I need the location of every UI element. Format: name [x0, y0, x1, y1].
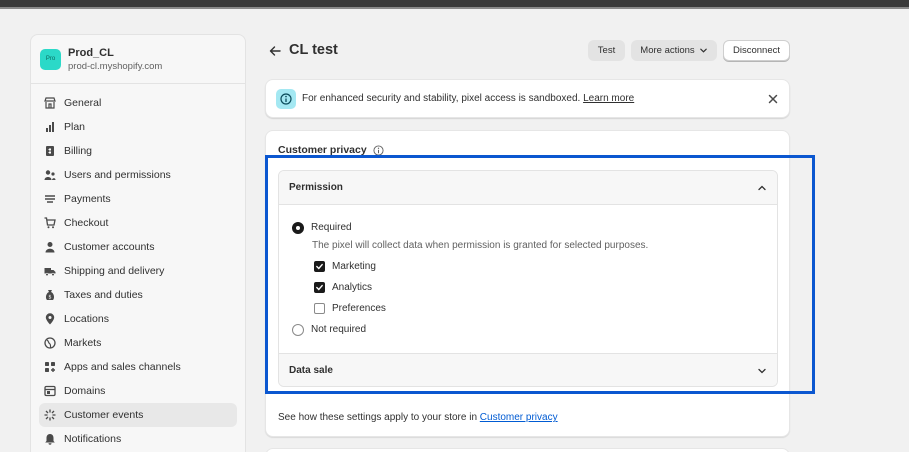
test-button[interactable]: Test [588, 40, 625, 61]
not-required-radio[interactable] [292, 324, 304, 336]
disconnect-button-label: Disconnect [733, 45, 780, 56]
required-radio[interactable] [292, 222, 304, 234]
sidebar-item-label: Notifications [64, 433, 122, 445]
sidebar-item-label: Customer accounts [64, 241, 155, 253]
marketing-checkbox[interactable] [314, 261, 325, 272]
sidebar-item-label: Domains [64, 385, 106, 397]
info-circle-icon[interactable] [373, 144, 384, 156]
payment-icon [44, 193, 56, 205]
sidebar-item-apps[interactable]: Apps and sales channels [39, 355, 237, 379]
chevron-down-icon [758, 368, 766, 373]
store-name: Prod_CL [68, 46, 114, 59]
users-icon [44, 169, 56, 181]
sidebar-item-label: Billing [64, 145, 93, 157]
back-arrow-icon[interactable] [268, 44, 282, 58]
customer-privacy-card: Customer privacy Permission Required The… [265, 130, 790, 437]
analytics-checkbox[interactable] [314, 282, 325, 293]
sidebar-item-taxes[interactable]: $ Taxes and duties [39, 283, 237, 307]
banner-text-wrap: For enhanced security and stability, pix… [302, 93, 634, 104]
person-icon [44, 241, 56, 253]
permission-accordion-header[interactable]: Permission [279, 171, 777, 205]
location-icon [44, 313, 56, 325]
sidebar-item-label: General [64, 97, 102, 109]
required-help-text: The pixel will collect data when permiss… [312, 240, 649, 251]
sidebar-item-label: Taxes and duties [64, 289, 143, 301]
store-icon [44, 97, 56, 109]
test-button-label: Test [597, 45, 616, 56]
data-sale-accordion-header[interactable]: Data sale [279, 353, 777, 386]
sidebar-item-label: Users and permissions [64, 169, 171, 181]
chevron-down-icon [699, 48, 707, 53]
marketing-label: Marketing [332, 261, 376, 272]
customer-privacy-link[interactable]: Customer privacy [480, 412, 558, 423]
privacy-accordion: Permission Required The pixel will colle… [278, 170, 778, 387]
not-required-label: Not required [311, 324, 367, 335]
next-card [265, 448, 790, 452]
sparkle-icon [44, 409, 56, 421]
sidebar-item-locations[interactable]: Locations [39, 307, 237, 331]
sidebar-item-label: Locations [64, 313, 109, 325]
sidebar-item-label: Plan [64, 121, 86, 133]
checkmark-icon [316, 263, 323, 270]
customer-privacy-title: Customer privacy [278, 144, 367, 156]
store-domain: prod-cl.myshopify.com [68, 60, 163, 72]
permission-title: Permission [289, 182, 343, 193]
sidebar-item-payments[interactable]: Payments [39, 187, 237, 211]
sidebar-item-domains[interactable]: Domains [39, 379, 237, 403]
section-title: Customer privacy [278, 144, 384, 156]
learn-more-link[interactable]: Learn more [583, 93, 634, 104]
close-icon[interactable] [767, 93, 779, 105]
checkmark-icon [316, 284, 323, 291]
sidebar-item-users[interactable]: Users and permissions [39, 163, 237, 187]
banner-message: For enhanced security and stability, pix… [302, 93, 581, 104]
tax-icon: $ [44, 289, 56, 301]
receipt-icon [44, 145, 56, 157]
store-logo: Pro [40, 48, 61, 70]
sidebar-item-customer-accounts[interactable]: Customer accounts [39, 235, 237, 259]
sidebar-item-label: Customer events [64, 409, 144, 421]
sidebar-item-label: Shipping and delivery [64, 265, 165, 277]
info-icon [276, 88, 296, 109]
analytics-label: Analytics [332, 282, 373, 293]
more-actions-label: More actions [640, 45, 695, 56]
settings-sidebar: Pro Prod_CL prod-cl.myshopify.com Genera… [30, 34, 246, 452]
privacy-footer-text: See how these settings apply to your sto… [278, 412, 478, 423]
svg-text:$: $ [48, 295, 51, 301]
sidebar-item-label: Payments [64, 193, 111, 205]
more-actions-button[interactable]: More actions [631, 40, 717, 61]
sidebar-item-label: Checkout [64, 217, 109, 229]
sidebar-item-customer-events[interactable]: Customer events [39, 403, 237, 427]
data-sale-title: Data sale [289, 365, 333, 376]
domain-icon [44, 385, 56, 397]
sidebar-item-general[interactable]: General [39, 91, 237, 115]
sidebar-item-markets[interactable]: Markets [39, 331, 237, 355]
globe-icon [44, 337, 56, 349]
store-switcher[interactable]: Pro Prod_CL prod-cl.myshopify.com [31, 35, 245, 84]
sandbox-info-banner: For enhanced security and stability, pix… [265, 79, 790, 118]
sidebar-item-notifications[interactable]: Notifications [39, 427, 237, 451]
chevron-up-icon [758, 185, 766, 190]
sidebar-item-label: Markets [64, 337, 102, 349]
apps-icon [44, 361, 56, 373]
privacy-footer: See how these settings apply to your sto… [278, 412, 558, 423]
required-label: Required [311, 222, 352, 233]
cart-icon [44, 217, 56, 229]
settings-nav: General Plan Billing Users and permissio… [31, 84, 245, 451]
bell-icon [44, 433, 56, 445]
preferences-checkbox[interactable] [314, 303, 325, 314]
sidebar-item-billing[interactable]: Billing [39, 139, 237, 163]
sidebar-item-shipping[interactable]: Shipping and delivery [39, 259, 237, 283]
preferences-label: Preferences [332, 303, 386, 314]
sidebar-item-plan[interactable]: Plan [39, 115, 237, 139]
sidebar-item-checkout[interactable]: Checkout [39, 211, 237, 235]
page-title: CL test [289, 42, 338, 58]
disconnect-button[interactable]: Disconnect [723, 40, 790, 61]
truck-icon [44, 265, 56, 277]
sidebar-item-label: Apps and sales channels [64, 361, 181, 373]
chart-icon [44, 121, 56, 133]
permission-options: Required The pixel will collect data whe… [279, 205, 777, 353]
top-bar [0, 0, 909, 9]
